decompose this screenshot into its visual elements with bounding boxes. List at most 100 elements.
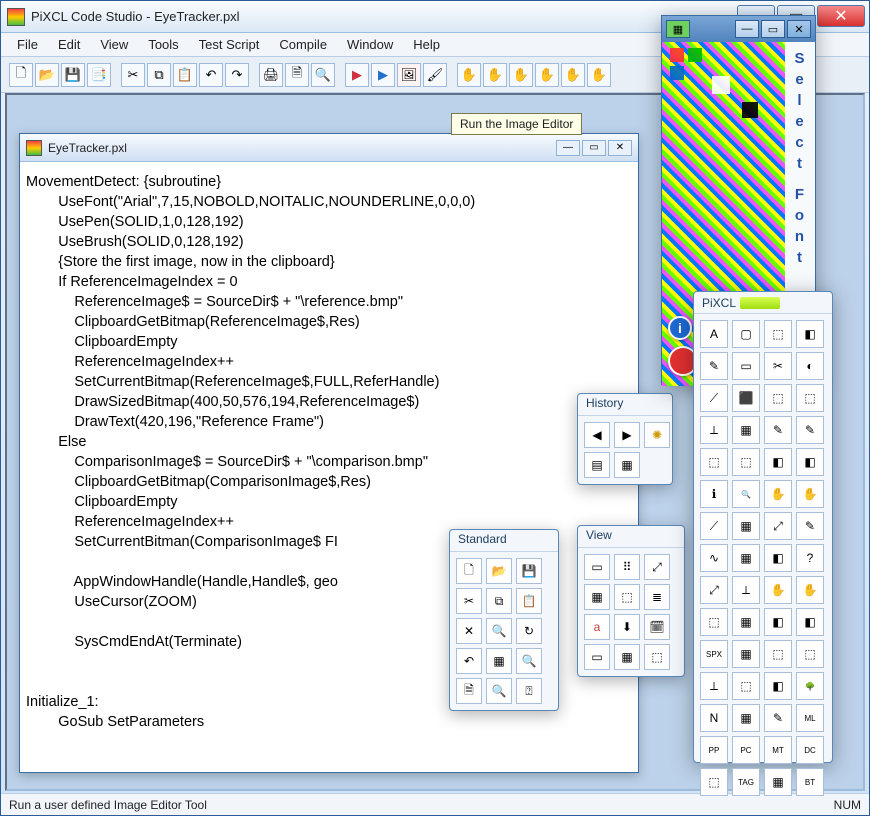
toolbtn-10[interactable]: ✋ [587,63,611,87]
print-button[interactable]: 🖨 [259,63,283,87]
view-btn-10[interactable]: ▭ [584,644,610,670]
pixcl-tool-10[interactable]: ⬚ [764,384,792,412]
run-button[interactable]: ▶ [345,63,369,87]
toolbtn-6[interactable]: ✋ [483,63,507,87]
view-title[interactable]: View [578,526,684,548]
pixcl-tool-58[interactable]: ▦ [764,768,792,796]
undo-button[interactable]: ↶ [199,63,223,87]
view-btn-1[interactable]: ▭ [584,554,610,580]
pixcl-tool-40[interactable]: SPX [700,640,728,668]
pixcl-palette[interactable]: PiXCL A▢⬚◧✎▭✂◐⟋⬛⬚⬚⟂▦✎✎⬚⬚◧◧ℹ🔍✋✋⟋▦⤢✎∿▦◧?⤢⟂… [693,291,833,763]
pixcl-tool-19[interactable]: ◧ [796,448,824,476]
pixcl-tool-1[interactable]: ▢ [732,320,760,348]
pixcl-tool-52[interactable]: PP [700,736,728,764]
view-btn-11[interactable]: ▦ [614,644,640,670]
pixcl-tool-20[interactable]: ℹ [700,480,728,508]
pixcl-tool-4[interactable]: ✎ [700,352,728,380]
pixcl-tool-18[interactable]: ◧ [764,448,792,476]
code-window-titlebar[interactable]: EyeTracker.pxl — ▭ ✕ [20,134,638,162]
pixcl-tool-48[interactable]: N [700,704,728,732]
pixcl-tool-51[interactable]: ML [796,704,824,732]
pixcl-tool-32[interactable]: ⤢ [700,576,728,604]
close-button[interactable]: ✕ [817,5,865,27]
pixcl-tool-31[interactable]: ? [796,544,824,572]
pixcl-tool-46[interactable]: ◧ [764,672,792,700]
pixcl-tool-6[interactable]: ✂ [764,352,792,380]
pixcl-tool-14[interactable]: ✎ [764,416,792,444]
open-file-button[interactable]: 📂 [35,63,59,87]
std-zoom-button[interactable]: 🔍 [516,648,542,674]
pixcl-tool-34[interactable]: ✋ [764,576,792,604]
pixcl-tool-24[interactable]: ⟋ [700,512,728,540]
view-btn-6[interactable]: ≣ [644,584,670,610]
std-open-button[interactable]: 📂 [486,558,512,584]
image-tool-button[interactable]: 🖌 [423,63,447,87]
child-close-button[interactable]: ✕ [608,140,632,156]
pixcl-tool-11[interactable]: ⬚ [796,384,824,412]
view-btn-2[interactable]: ⠿ [614,554,640,580]
view-btn-9[interactable]: 🗓 [644,614,670,640]
pixcl-tool-36[interactable]: ⬚ [700,608,728,636]
child-minimize-button[interactable]: — [556,140,580,156]
history-new-button[interactable]: ✺ [644,422,670,448]
menu-testscript[interactable]: Test Script [191,35,268,54]
pixcl-tool-49[interactable]: ▦ [732,704,760,732]
standard-title[interactable]: Standard [450,530,558,552]
view-palette[interactable]: View ▭ ⠿ ⤢ ▦ ⬚ ≣ a ⬇ 🗓 ▭ ▦ ⬚ [577,525,685,677]
std-new-button[interactable]: 🗋 [456,558,482,584]
pixcl-tool-27[interactable]: ✎ [796,512,824,540]
pixcl-tool-7[interactable]: ◐ [796,352,824,380]
pixcl-tool-13[interactable]: ▦ [732,416,760,444]
pixcl-tool-15[interactable]: ✎ [796,416,824,444]
menu-file[interactable]: File [9,35,46,54]
pixcl-tool-29[interactable]: ▦ [732,544,760,572]
cut-button[interactable]: ✂ [121,63,145,87]
compile-run-button[interactable]: ▶ [371,63,395,87]
menu-compile[interactable]: Compile [271,35,335,54]
pixcl-tool-38[interactable]: ◧ [764,608,792,636]
pixcl-tool-12[interactable]: ⟂ [700,416,728,444]
pixcl-tool-59[interactable]: BT [796,768,824,796]
image-editor-maximize-button[interactable]: ▭ [761,20,785,38]
toolbtn-9[interactable]: ✋ [561,63,585,87]
std-replace-button[interactable]: ↻ [516,618,542,644]
pixcl-tool-50[interactable]: ✎ [764,704,792,732]
view-btn-3[interactable]: ⤢ [644,554,670,580]
std-grid-button[interactable]: ▦ [486,648,512,674]
image-editor-grid-icon[interactable]: ▦ [666,20,690,38]
view-btn-4[interactable]: ▦ [584,584,610,610]
history-list2-button[interactable]: ▦ [614,452,640,478]
pixcl-tool-35[interactable]: ✋ [796,576,824,604]
pixcl-tool-42[interactable]: ⬚ [764,640,792,668]
paste-button[interactable]: 📋 [173,63,197,87]
redo-button[interactable]: ↷ [225,63,249,87]
image-editor-info-icon[interactable]: i [668,316,692,340]
history-title[interactable]: History [578,394,672,416]
menu-window[interactable]: Window [339,35,401,54]
pixcl-tool-8[interactable]: ⟋ [700,384,728,412]
pixcl-tool-53[interactable]: PC [732,736,760,764]
find-button[interactable]: 🔍 [311,63,335,87]
std-help-button[interactable]: ⍰ [516,678,542,704]
menu-edit[interactable]: Edit [50,35,88,54]
pixcl-tool-33[interactable]: ⟂ [732,576,760,604]
view-btn-12[interactable]: ⬚ [644,644,670,670]
std-undo-button[interactable]: ↶ [456,648,482,674]
pixcl-tool-57[interactable]: TAG [732,768,760,796]
image-editor-close-button[interactable]: ✕ [787,20,811,38]
pixcl-tool-54[interactable]: MT [764,736,792,764]
saveas-button[interactable]: 📑 [87,63,111,87]
pixcl-tool-9[interactable]: ⬛ [732,384,760,412]
pixcl-tool-16[interactable]: ⬚ [700,448,728,476]
pixcl-tool-0[interactable]: A [700,320,728,348]
image-editor-minimize-button[interactable]: — [735,20,759,38]
pixcl-tool-47[interactable]: 🌳 [796,672,824,700]
child-maximize-button[interactable]: ▭ [582,140,606,156]
image-editor-button[interactable]: 🖼 [397,63,421,87]
std-find-button[interactable]: 🔍 [486,618,512,644]
view-btn-8[interactable]: ⬇ [614,614,640,640]
std-paste-button[interactable]: 📋 [516,588,542,614]
pixcl-tool-23[interactable]: ✋ [796,480,824,508]
pixcl-tool-21[interactable]: 🔍 [732,480,760,508]
pixcl-tool-41[interactable]: ▦ [732,640,760,668]
